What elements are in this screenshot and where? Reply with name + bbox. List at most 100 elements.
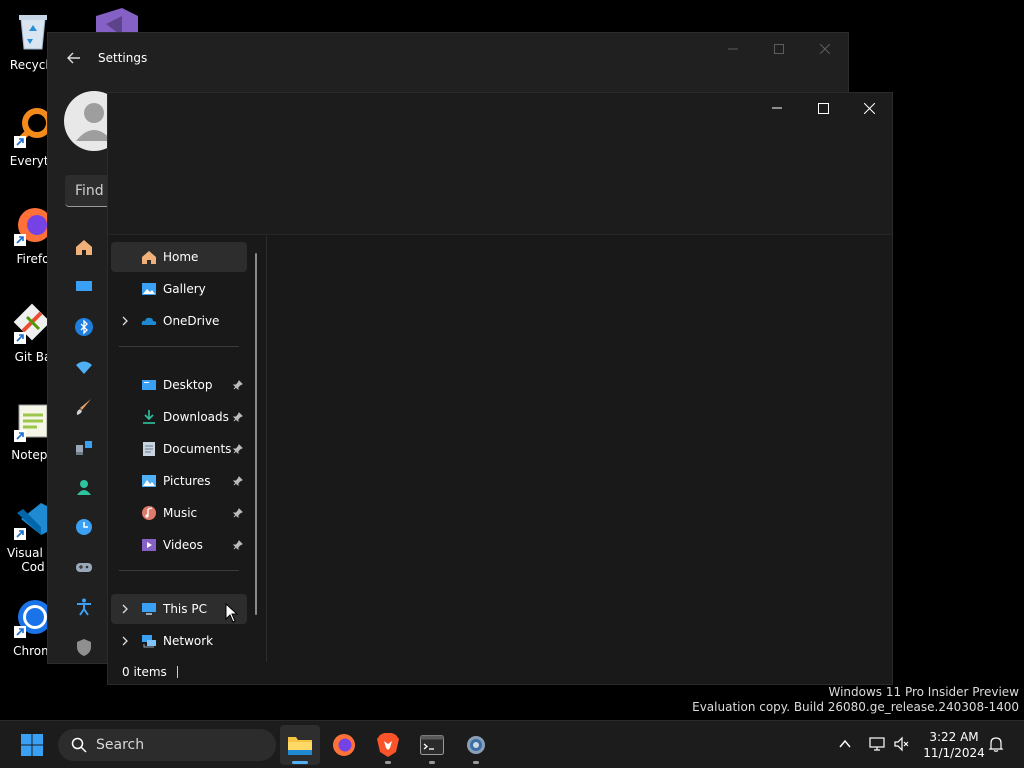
windows-watermark: Windows 11 Pro Insider Preview Evaluatio… xyxy=(692,685,1019,715)
pin-icon[interactable] xyxy=(231,410,245,424)
personalization-brush-icon[interactable] xyxy=(72,395,96,419)
brave-lion-icon xyxy=(377,733,399,757)
music-icon xyxy=(141,505,157,521)
taskbar-terminal[interactable] xyxy=(412,725,452,765)
close-icon[interactable] xyxy=(846,93,892,123)
system-icon[interactable] xyxy=(72,274,96,298)
shortcut-arrow-icon xyxy=(14,430,26,442)
bluetooth-icon[interactable] xyxy=(72,315,96,339)
pin-icon[interactable] xyxy=(231,474,245,488)
file-list-content-pane[interactable] xyxy=(267,236,892,662)
windows-start-icon[interactable] xyxy=(20,733,44,757)
running-indicator xyxy=(473,761,479,764)
settings-gear-icon xyxy=(467,736,485,754)
nav-divider xyxy=(119,570,239,571)
shortcut-arrow-icon xyxy=(14,626,26,638)
nav-item-desktop[interactable]: Desktop xyxy=(111,370,247,400)
pin-icon[interactable] xyxy=(231,442,245,456)
chevron-right-icon[interactable] xyxy=(117,604,133,614)
pin-icon[interactable] xyxy=(231,538,245,552)
nav-item-label: Downloads xyxy=(163,410,229,424)
taskbar-firefox[interactable] xyxy=(324,725,364,765)
minimize-icon[interactable] xyxy=(754,93,800,123)
downloads-arrow-icon xyxy=(141,409,157,425)
network-wifi-icon[interactable] xyxy=(72,355,96,379)
explorer-window-controls xyxy=(754,93,892,123)
pictures-icon xyxy=(141,473,157,489)
terminal-icon xyxy=(420,735,444,755)
minimize-icon[interactable] xyxy=(710,33,756,65)
nav-item-network[interactable]: Network xyxy=(111,626,247,656)
nav-pane-scrollbar[interactable] xyxy=(255,253,257,615)
status-separator xyxy=(176,666,178,678)
maximize-icon[interactable] xyxy=(756,33,802,65)
watermark-line2: Evaluation copy. Build 26080.ge_release.… xyxy=(692,700,1019,714)
nav-item-music[interactable]: Music xyxy=(111,498,247,528)
nav-item-label: Gallery xyxy=(163,282,206,296)
taskbar-settings[interactable] xyxy=(456,725,496,765)
nav-item-downloads[interactable]: Downloads xyxy=(111,402,247,432)
nav-item-onedrive[interactable]: OneDrive xyxy=(111,306,247,336)
nav-divider xyxy=(119,346,239,347)
network-monitor-icon[interactable] xyxy=(868,735,886,753)
gallery-icon xyxy=(141,281,157,297)
search-icon xyxy=(70,736,88,754)
videos-icon xyxy=(141,537,157,553)
nav-item-videos[interactable]: Videos xyxy=(111,530,247,560)
onedrive-cloud-icon xyxy=(141,313,157,329)
running-indicator xyxy=(292,761,308,764)
taskbar-clock[interactable]: 3:22 AM 11/1/2024 xyxy=(918,729,990,761)
pin-icon[interactable] xyxy=(231,378,245,392)
settings-window-controls xyxy=(710,33,848,65)
taskbar-file-explorer[interactable] xyxy=(280,725,320,765)
maximize-icon[interactable] xyxy=(800,93,846,123)
network-icon xyxy=(141,633,157,649)
accounts-icon[interactable] xyxy=(72,475,96,499)
nav-item-label: Desktop xyxy=(163,378,213,392)
pin-icon[interactable] xyxy=(231,506,245,520)
documents-icon xyxy=(141,441,157,457)
chevron-right-icon[interactable] xyxy=(117,636,133,646)
watermark-line1: Windows 11 Pro Insider Preview xyxy=(828,685,1019,699)
shortcut-arrow-icon xyxy=(14,234,26,246)
shortcut-arrow-icon xyxy=(14,332,26,344)
home-icon xyxy=(141,249,157,265)
this-pc-monitor-icon xyxy=(141,601,157,617)
notification-bell-icon[interactable] xyxy=(987,735,1005,753)
volume-muted-icon[interactable] xyxy=(893,735,911,753)
nav-item-label: Home xyxy=(163,250,199,264)
nav-item-pictures[interactable]: Pictures xyxy=(111,466,247,496)
firefox-icon xyxy=(333,734,355,756)
running-indicator xyxy=(385,761,391,764)
nav-item-gallery[interactable]: Gallery xyxy=(111,274,247,304)
file-explorer-window[interactable]: Home Gallery OneDrive Desktop Downloads … xyxy=(107,92,893,685)
close-icon[interactable] xyxy=(802,33,848,65)
shortcut-arrow-icon xyxy=(14,528,26,540)
home-icon[interactable] xyxy=(72,235,96,259)
nav-item-label: This PC xyxy=(163,602,207,616)
apps-icon[interactable] xyxy=(72,435,96,459)
shortcut-arrow-icon xyxy=(14,136,26,148)
gaming-controller-icon[interactable] xyxy=(72,555,96,579)
privacy-shield-icon[interactable] xyxy=(72,635,96,659)
nav-item-label: Music xyxy=(163,506,198,520)
file-explorer-folder-icon xyxy=(288,737,312,755)
nav-item-label: Videos xyxy=(163,538,203,552)
taskbar: Search 3:22 AM 11/1/2024 xyxy=(0,720,1024,768)
search-label: Search xyxy=(96,737,145,753)
clock-time: 3:22 AM xyxy=(929,730,979,744)
chevron-right-icon[interactable] xyxy=(117,316,133,326)
back-arrow-icon[interactable] xyxy=(62,46,86,70)
navigation-pane[interactable]: Home Gallery OneDrive Desktop Downloads … xyxy=(108,236,266,658)
desktop-folder-icon xyxy=(141,377,157,393)
time-language-icon[interactable] xyxy=(72,515,96,539)
nav-item-label: Pictures xyxy=(163,474,211,488)
taskbar-search-box[interactable]: Search xyxy=(58,729,276,761)
mouse-cursor-icon xyxy=(225,602,239,623)
chevron-up-icon[interactable] xyxy=(836,735,854,753)
accessibility-icon[interactable] xyxy=(72,595,96,619)
nav-item-documents[interactable]: Documents xyxy=(111,434,247,464)
taskbar-brave[interactable] xyxy=(368,725,408,765)
status-bar: 0 items xyxy=(108,660,892,684)
nav-item-home[interactable]: Home xyxy=(111,242,247,272)
